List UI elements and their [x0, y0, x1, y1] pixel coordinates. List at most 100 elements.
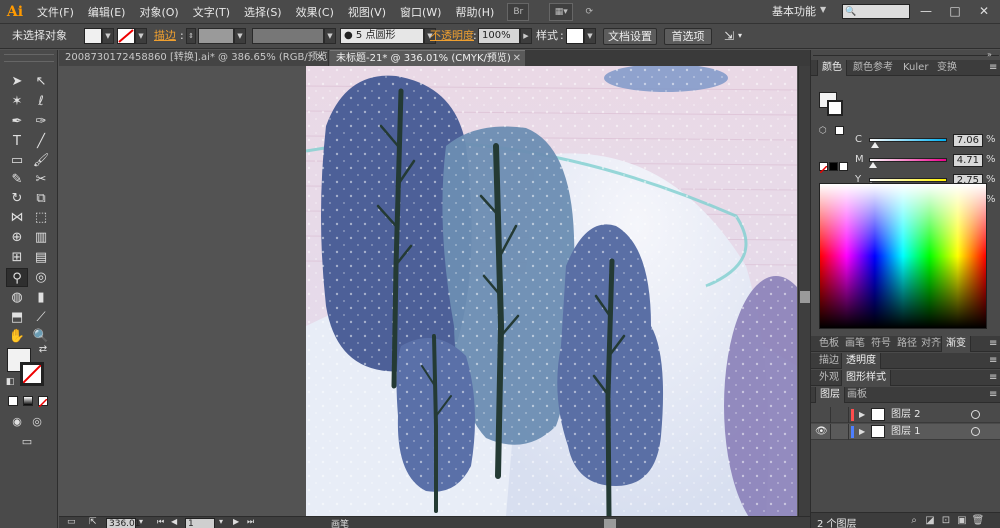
- eyedropper-tool-icon[interactable]: ⚲: [6, 268, 28, 287]
- tab-layers[interactable]: 图层: [815, 387, 845, 403]
- graphic-style-swatch[interactable]: [566, 28, 584, 44]
- pen-tool-icon[interactable]: ✒: [6, 112, 28, 131]
- canvas-area[interactable]: [59, 66, 798, 516]
- zoom-field[interactable]: 336.01: [106, 518, 141, 528]
- tab-transparency[interactable]: 透明度: [841, 353, 881, 369]
- out-of-gamut-icon[interactable]: ⬡: [819, 126, 827, 136]
- swap-fill-stroke-icon[interactable]: ⇄: [36, 344, 50, 356]
- menu-effect[interactable]: 效果(C): [289, 4, 341, 20]
- tab-appearance[interactable]: 外观: [815, 370, 843, 386]
- paintbrush-tool-icon[interactable]: 🖌: [30, 151, 52, 170]
- target-icon[interactable]: [971, 410, 980, 419]
- stroke-weight-dropdown-icon[interactable]: ▼: [234, 28, 246, 44]
- layer-row[interactable]: ▶ 图层 2: [811, 407, 1000, 423]
- tab-brushes[interactable]: 画笔: [841, 336, 869, 352]
- visibility-toggle[interactable]: [815, 407, 831, 423]
- default-colors-icon[interactable]: ◧: [4, 376, 16, 388]
- document-setup-button[interactable]: 文档设置: [603, 28, 657, 45]
- draw-normal-icon[interactable]: ◉: [6, 412, 28, 431]
- graph-tool-icon[interactable]: ▮: [30, 288, 52, 307]
- none-mode-icon[interactable]: [38, 396, 48, 408]
- draw-behind-icon[interactable]: ◎: [26, 412, 48, 431]
- tab-document-2[interactable]: 未标题-21* @ 336.01% (CMYK/预览) ✕: [330, 50, 525, 66]
- lock-toggle[interactable]: [833, 407, 849, 423]
- menu-view[interactable]: 视图(V): [341, 4, 393, 20]
- slider-track[interactable]: [869, 178, 947, 182]
- zoom-menu-icon[interactable]: ▭: [67, 517, 76, 527]
- previous-artboard-icon[interactable]: ◀: [171, 517, 177, 526]
- tab-gradient[interactable]: 渐变: [941, 336, 971, 352]
- first-artboard-icon[interactable]: ⏮: [157, 517, 164, 527]
- graphic-style-dropdown-icon[interactable]: ▼: [584, 28, 596, 44]
- slider-knob[interactable]: [870, 142, 879, 148]
- pencil-tool-icon[interactable]: ✎: [6, 170, 28, 189]
- expand-arrow-icon[interactable]: ▶: [859, 407, 865, 423]
- black-swatch[interactable]: [829, 162, 838, 171]
- stroke-color-box[interactable]: [827, 100, 843, 116]
- tab-color-guide[interactable]: 颜色参考: [849, 60, 897, 76]
- workspace-switcher[interactable]: 基本功能: [772, 3, 816, 19]
- zoom-dropdown-icon[interactable]: ▾: [139, 517, 143, 526]
- tab-document-1[interactable]: 2008730172458860 [转换].ai* @ 386.65% (RGB…: [59, 50, 329, 66]
- stroke-swatch[interactable]: [117, 28, 135, 44]
- close-icon[interactable]: ✕: [513, 51, 521, 66]
- new-sublayer-icon[interactable]: ⊡: [939, 515, 953, 527]
- panel-menu-icon[interactable]: ≡: [985, 336, 1000, 352]
- width-tool-icon[interactable]: ⋈: [6, 208, 28, 227]
- last-artboard-icon[interactable]: ⏭: [247, 517, 254, 527]
- slider-track[interactable]: [869, 158, 947, 162]
- perspective-grid-tool-icon[interactable]: ▥: [30, 228, 52, 247]
- artboard-dropdown-icon[interactable]: ▾: [219, 517, 223, 526]
- tab-symbols[interactable]: 符号: [867, 336, 895, 352]
- tab-stroke[interactable]: 描边: [815, 353, 843, 369]
- stroke-label[interactable]: 描边: [154, 28, 176, 44]
- close-button[interactable]: ✕: [972, 2, 996, 20]
- sync-icon[interactable]: ⟳: [579, 3, 599, 21]
- cmyk-slider-row[interactable]: C 7.06%: [855, 134, 1000, 148]
- chevron-down-icon[interactable]: ▼: [820, 5, 826, 14]
- brush-definition-field[interactable]: ● 5 点圆形: [340, 28, 424, 44]
- slider-track[interactable]: [869, 138, 947, 142]
- variable-width-dropdown-icon[interactable]: ▼: [324, 28, 336, 44]
- lock-toggle[interactable]: [833, 424, 849, 440]
- lasso-tool-icon[interactable]: ℓ: [30, 92, 52, 111]
- expand-arrow-icon[interactable]: ▶: [859, 424, 865, 440]
- type-tool-icon[interactable]: T: [6, 132, 28, 151]
- web-safe-swatch[interactable]: [835, 126, 844, 135]
- color-mode-icon[interactable]: [8, 396, 18, 406]
- stroke-stepper-icon[interactable]: ⇕: [186, 28, 196, 44]
- opacity-label[interactable]: 不透明度: [430, 28, 474, 44]
- hand-tool-icon[interactable]: ✋: [6, 327, 28, 346]
- channel-value-field[interactable]: 4.71: [953, 154, 983, 167]
- slice-tool-icon[interactable]: ⟋: [30, 308, 52, 327]
- artboard[interactable]: [306, 66, 797, 516]
- slider-knob[interactable]: [868, 162, 877, 168]
- fill-swatch[interactable]: [84, 28, 102, 44]
- bridge-icon[interactable]: Br: [507, 2, 530, 21]
- menu-select[interactable]: 选择(S): [237, 4, 289, 20]
- symbol-sprayer-tool-icon[interactable]: ◍: [6, 288, 28, 307]
- panel-menu-icon[interactable]: ≡: [985, 370, 1000, 386]
- scrollbar-thumb[interactable]: [800, 291, 810, 303]
- collapse-panels-icon[interactable]: »: [987, 50, 992, 59]
- layer-name[interactable]: 图层 1: [891, 424, 921, 440]
- menu-file[interactable]: 文件(F): [30, 4, 81, 20]
- color-spectrum[interactable]: [819, 183, 987, 329]
- selection-tool-icon[interactable]: ➤: [6, 72, 28, 91]
- artwork-winter-trees[interactable]: [306, 66, 797, 516]
- blend-tool-icon[interactable]: ◎: [30, 268, 52, 287]
- stroke-color-box[interactable]: [20, 362, 44, 386]
- menu-edit[interactable]: 编辑(E): [81, 4, 133, 20]
- status-mode[interactable]: 画笔: [331, 517, 349, 528]
- arrange-documents-icon[interactable]: ▦▾: [549, 2, 574, 21]
- stroke-dropdown-icon[interactable]: ▼: [135, 28, 147, 44]
- tab-swatches[interactable]: 色板: [815, 336, 843, 352]
- vertical-scrollbar[interactable]: [798, 66, 810, 516]
- tab-color[interactable]: 颜色: [817, 60, 847, 76]
- cmyk-slider-row[interactable]: M 4.71%: [855, 154, 1000, 168]
- rectangle-tool-icon[interactable]: ▭: [6, 151, 28, 170]
- close-icon[interactable]: ✕: [316, 50, 324, 66]
- make-clipping-mask-icon[interactable]: ◪: [923, 515, 937, 527]
- menu-object[interactable]: 对象(O): [132, 4, 185, 20]
- variable-width-field[interactable]: [252, 28, 324, 44]
